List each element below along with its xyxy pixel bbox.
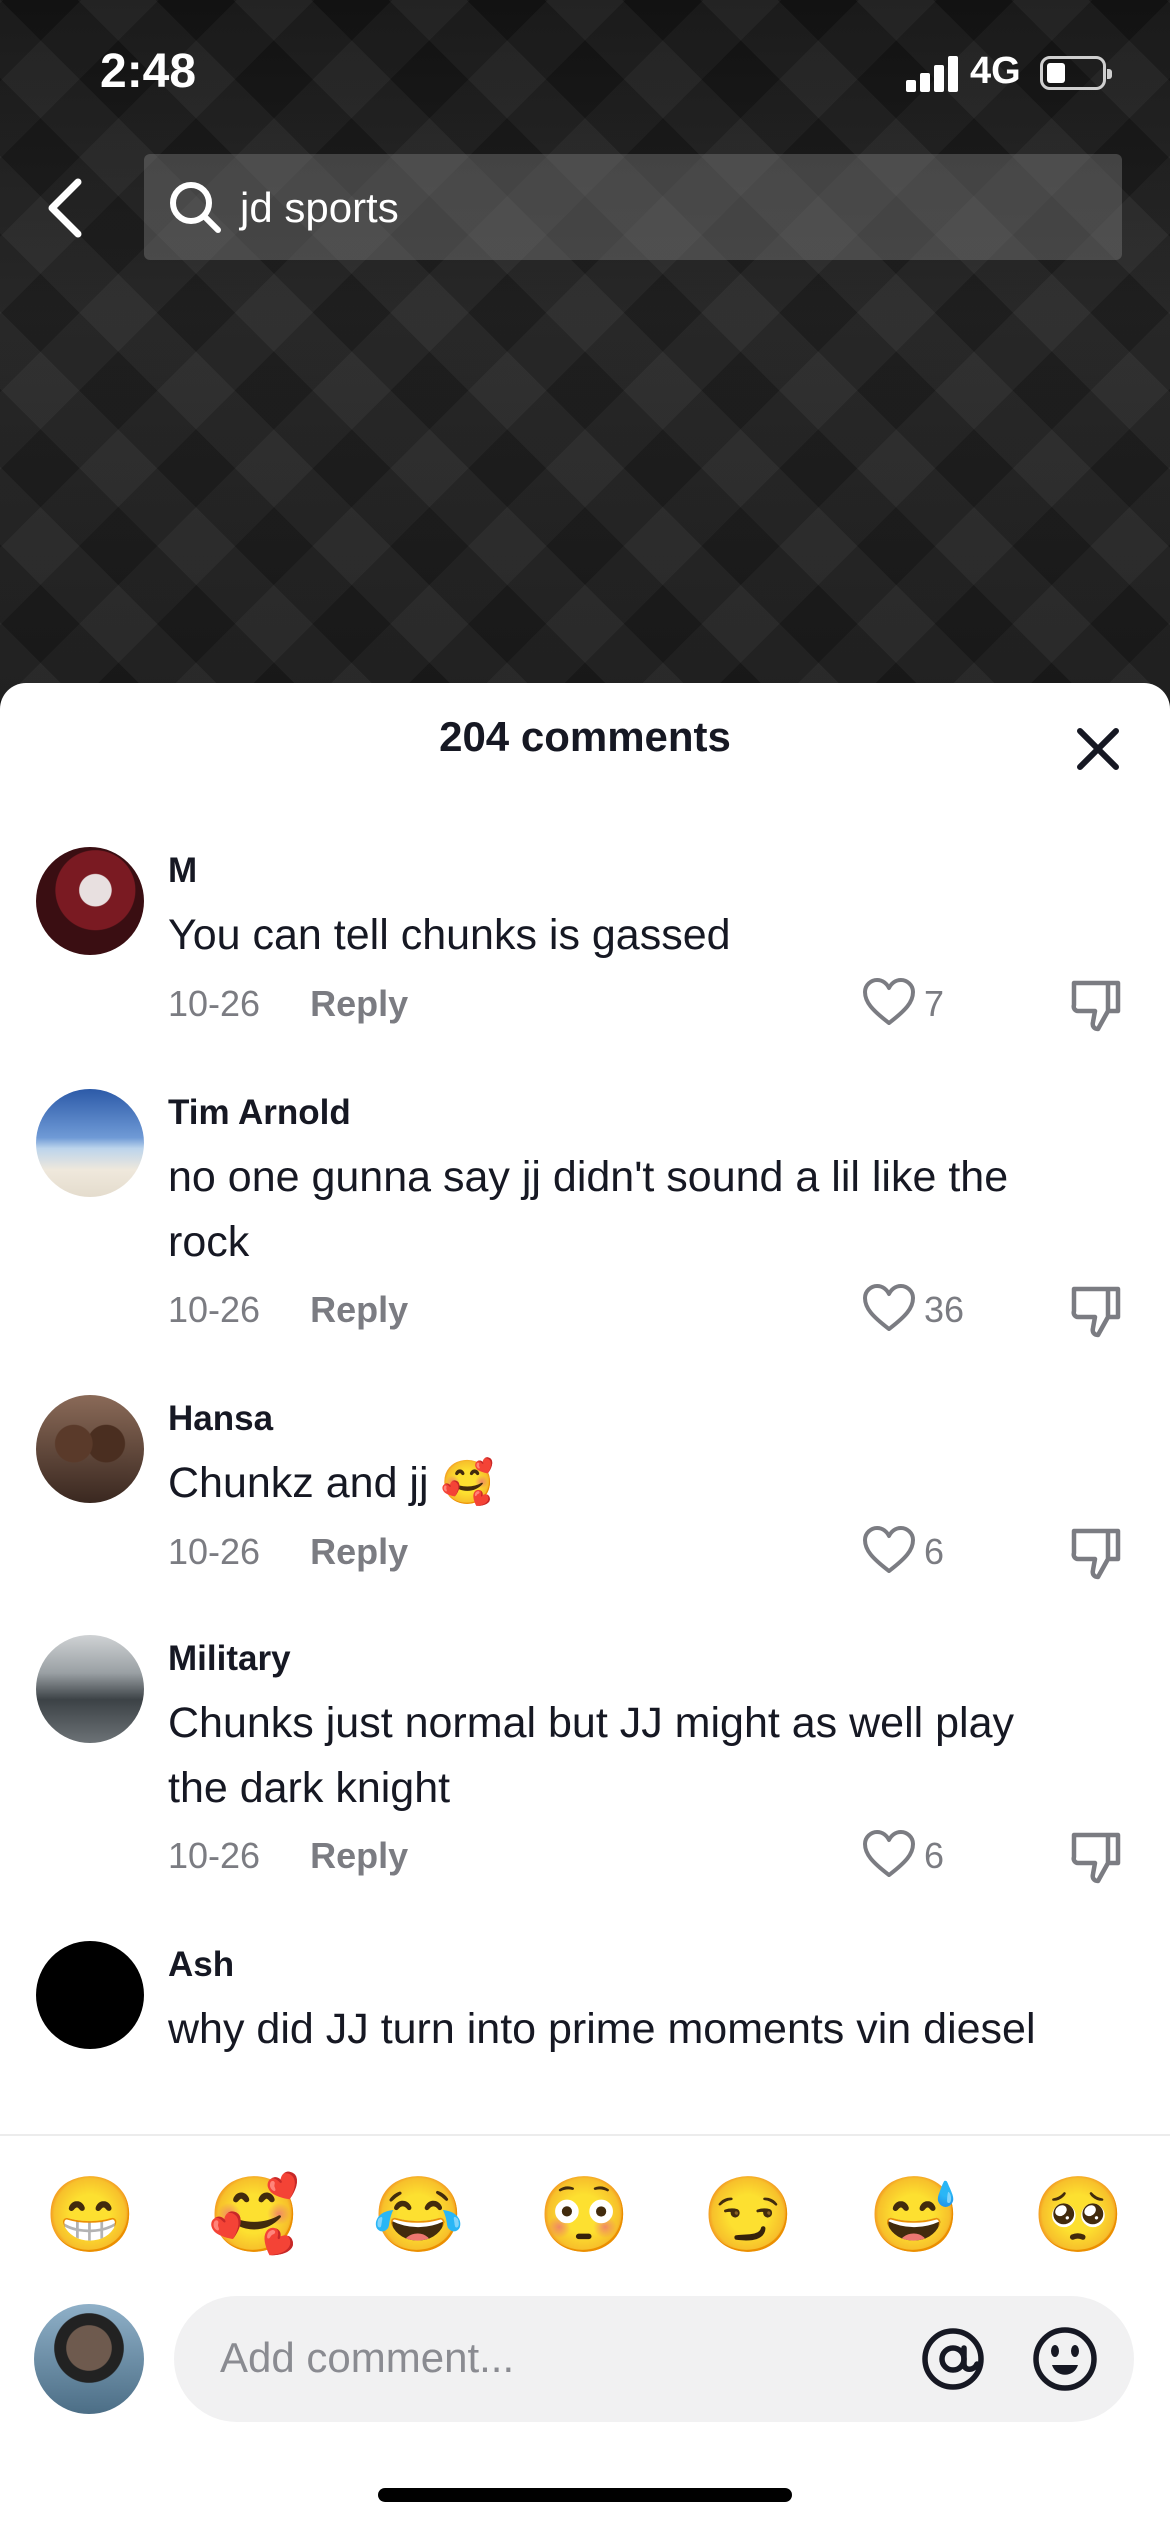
battery-icon <box>1040 56 1112 90</box>
comment-date: 10-26 <box>168 983 261 1024</box>
close-button[interactable] <box>1070 721 1126 777</box>
at-mention-icon[interactable] <box>918 2324 988 2394</box>
comment-text: no one gunna say jj didn't sound a lil l… <box>168 1153 1009 1266</box>
dislike-button[interactable] <box>1068 1525 1124 1581</box>
avatar[interactable] <box>36 1941 144 2049</box>
like-count: 6 <box>924 1835 945 1876</box>
comment-text: Chunkz and jj 🥰 <box>168 1459 495 1507</box>
like-button[interactable]: 7 <box>862 977 992 1033</box>
comment-username[interactable]: Ash <box>168 1945 234 1985</box>
reply-button[interactable]: Reply <box>310 1289 408 1330</box>
thumbs-down-icon <box>1071 1528 1121 1580</box>
network-label: 4G <box>970 50 1021 92</box>
comments-count-title: 204 comments <box>439 713 731 760</box>
comment-date: 10-26 <box>168 1289 261 1330</box>
search-bar[interactable]: jd sports <box>144 154 1122 260</box>
heart-icon <box>863 1284 915 1331</box>
avatar[interactable] <box>36 1089 144 1197</box>
thumbs-down-icon <box>1071 1832 1121 1884</box>
comment-text: Chunks just normal but JJ might as well … <box>168 1699 1015 1812</box>
emoji-picker-icon[interactable] <box>1030 2324 1100 2394</box>
avatar[interactable] <box>36 1395 144 1503</box>
dislike-button[interactable] <box>1068 1829 1124 1885</box>
emoji-button[interactable]: 😅 <box>868 2170 960 2260</box>
like-count: 7 <box>924 983 945 1024</box>
thumbs-down-icon <box>1071 980 1121 1032</box>
emoji-button[interactable]: 😳 <box>538 2170 630 2260</box>
signal-icon <box>906 56 960 92</box>
search-icon <box>170 182 221 233</box>
status-time: 2:48 <box>100 45 197 98</box>
comment-input-placeholder: Add comment... <box>220 2334 515 2381</box>
reply-button[interactable]: Reply <box>310 1835 408 1876</box>
avatar[interactable] <box>36 847 144 955</box>
like-button[interactable]: 6 <box>862 1525 992 1581</box>
comment-date: 10-26 <box>168 1835 261 1876</box>
comment-text: why did JJ turn into prime moments vin d… <box>168 2005 1036 2053</box>
reply-button[interactable]: Reply <box>310 1531 408 1572</box>
divider <box>0 2134 1170 2136</box>
emoji-button[interactable]: 😏 <box>702 2170 794 2260</box>
avatar[interactable] <box>36 1635 144 1743</box>
comment-meta: 10-26 Reply <box>168 1531 408 1573</box>
emoji-button[interactable]: 🥺 <box>1032 2170 1124 2260</box>
emoji-button[interactable]: 🥰 <box>208 2170 300 2260</box>
comment-date: 10-26 <box>168 1531 261 1572</box>
heart-icon <box>863 1526 915 1573</box>
dislike-button[interactable] <box>1068 977 1124 1033</box>
back-button[interactable] <box>38 172 94 244</box>
thumbs-down-icon <box>1071 1286 1121 1338</box>
comment-username[interactable]: Military <box>168 1639 291 1679</box>
status-bar: 2:48 4G <box>0 0 1170 140</box>
close-icon <box>1077 728 1119 770</box>
like-button[interactable]: 36 <box>862 1283 992 1339</box>
heart-icon <box>863 978 915 1025</box>
search-query: jd sports <box>240 184 399 231</box>
comment-meta: 10-26 Reply <box>168 1835 408 1877</box>
comment-text: You can tell chunks is gassed <box>168 911 731 959</box>
emoji-button[interactable]: 😁 <box>44 2170 136 2260</box>
home-indicator[interactable] <box>378 2488 792 2502</box>
emoji-button[interactable]: 😂 <box>372 2170 464 2260</box>
like-count: 36 <box>924 1289 965 1330</box>
comment-meta: 10-26 Reply <box>168 983 408 1025</box>
comment-input[interactable]: Add comment... <box>174 2296 1134 2422</box>
reply-button[interactable]: Reply <box>310 983 408 1024</box>
quick-emoji-bar: 😁 🥰 😂 😳 😏 😅 🥺 <box>0 2170 1170 2260</box>
comment-username[interactable]: Hansa <box>168 1399 273 1439</box>
comment-meta: 10-26 Reply <box>168 1289 408 1331</box>
heart-icon <box>863 1830 915 1877</box>
dislike-button[interactable] <box>1068 1283 1124 1339</box>
comment-username[interactable]: Tim Arnold <box>168 1093 351 1133</box>
like-button[interactable]: 6 <box>862 1829 992 1885</box>
like-count: 6 <box>924 1531 945 1572</box>
chevron-left-icon <box>48 178 82 238</box>
current-user-avatar[interactable] <box>34 2304 144 2414</box>
comment-username[interactable]: M <box>168 851 197 891</box>
